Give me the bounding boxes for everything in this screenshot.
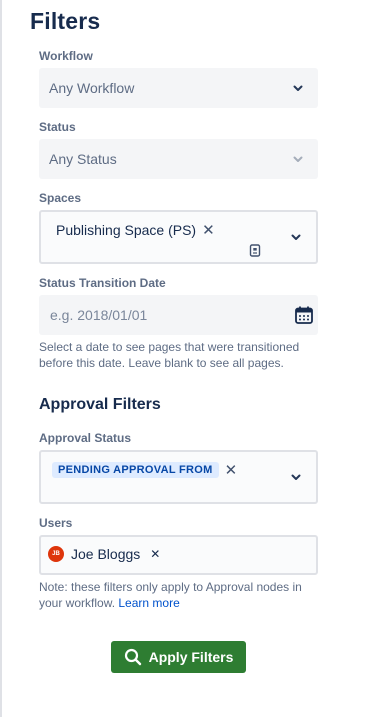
filters-panel: Filters Workflow Any Workflow Status Any… xyxy=(0,0,375,717)
status-label: Status xyxy=(39,120,76,134)
close-icon[interactable]: ✕ xyxy=(225,461,238,479)
workflow-select[interactable]: Any Workflow xyxy=(39,68,318,108)
status-value: Any Status xyxy=(49,151,117,167)
transition-date-help: Select a date to see pages that were tra… xyxy=(39,340,300,370)
chevron-down-icon xyxy=(293,156,303,162)
search-icon xyxy=(124,648,141,666)
close-icon[interactable]: ✕ xyxy=(202,221,215,239)
space-chip-label: Publishing Space (PS) xyxy=(56,222,197,238)
approval-note: Note: these filters only apply to Approv… xyxy=(39,579,324,611)
spaces-label: Spaces xyxy=(39,191,82,205)
approval-status-select[interactable]: PENDING APPROVAL FROM ✕ xyxy=(39,450,318,504)
close-icon[interactable]: ✕ xyxy=(150,547,160,561)
approval-status-label: Approval Status xyxy=(39,431,132,445)
approval-status-chip: PENDING APPROVAL FROM ✕ xyxy=(52,461,237,479)
workflow-value: Any Workflow xyxy=(49,80,135,96)
status-lozenge: PENDING APPROVAL FROM xyxy=(52,462,219,478)
apply-filters-button[interactable]: Apply Filters xyxy=(111,641,246,673)
transition-date-label: Status Transition Date xyxy=(39,276,166,290)
workflow-label: Workflow xyxy=(39,49,93,63)
approval-section-title: Approval Filters xyxy=(39,396,161,413)
transition-date-input[interactable]: e.g. 2018/01/01 xyxy=(39,295,318,335)
learn-more-link[interactable]: Learn more xyxy=(118,596,179,610)
users-select[interactable]: JB Joe Bloggs ✕ xyxy=(39,535,318,575)
page-title: Filters xyxy=(30,8,101,34)
apply-filters-label: Apply Filters xyxy=(148,649,234,665)
chevron-down-icon xyxy=(291,234,301,240)
avatar: JB xyxy=(48,546,64,562)
space-chip: Publishing Space (PS) ✕ xyxy=(56,221,215,239)
transition-date-placeholder: e.g. 2018/01/01 xyxy=(50,307,148,323)
status-select[interactable]: Any Status xyxy=(39,139,318,179)
book-icon xyxy=(249,244,261,257)
chevron-down-icon xyxy=(291,474,301,480)
user-name: Joe Bloggs xyxy=(71,546,141,562)
user-chip: JB Joe Bloggs ✕ xyxy=(48,546,160,562)
spaces-select[interactable]: Publishing Space (PS) ✕ xyxy=(39,210,318,264)
users-label: Users xyxy=(39,516,73,530)
chevron-down-icon xyxy=(293,85,303,91)
calendar-icon[interactable] xyxy=(295,306,313,324)
